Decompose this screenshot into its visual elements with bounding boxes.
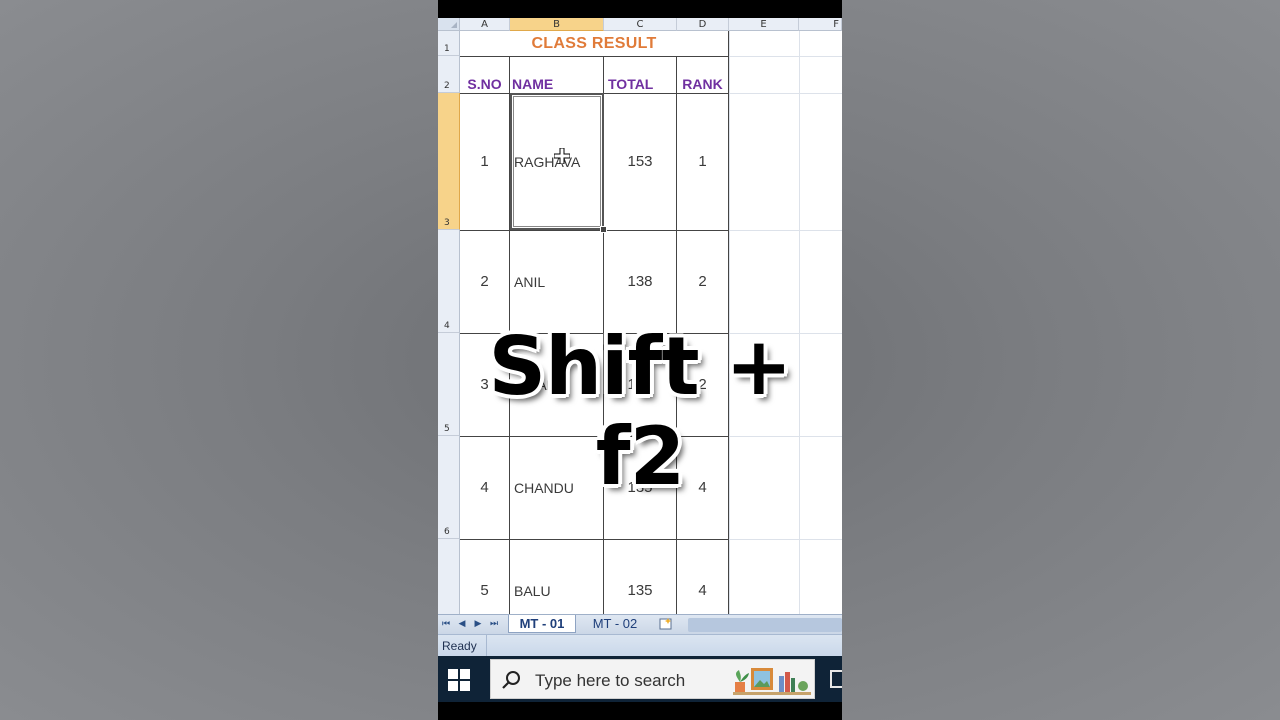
row-header-1[interactable]: 1 [438, 31, 460, 56]
header-total[interactable]: TOTAL [604, 56, 676, 93]
row-header-4[interactable]: 4 [438, 230, 460, 333]
column-header-d[interactable]: D [677, 18, 729, 31]
first-sheet-icon[interactable]: ⏮ [440, 618, 452, 630]
cross-cursor-icon [554, 148, 570, 164]
header-sno[interactable]: S.NO [460, 56, 509, 93]
cell-rank[interactable]: 4 [677, 539, 728, 614]
letterbox-bar [438, 702, 842, 720]
task-view-icon[interactable] [830, 670, 842, 688]
column-header-b[interactable]: B [510, 18, 604, 31]
horizontal-scrollbar[interactable] [688, 618, 842, 632]
row-header-2[interactable]: 2 [438, 56, 460, 93]
cell-name[interactable]: ANIL [510, 230, 603, 333]
status-text: Ready [442, 639, 477, 653]
cell-total[interactable]: 135 [604, 539, 676, 614]
cell-total[interactable]: 153 [604, 93, 676, 230]
cell-sno[interactable]: 2 [460, 230, 509, 333]
column-header-a[interactable]: A [460, 18, 510, 31]
cell-name[interactable]: BALU [510, 539, 603, 614]
windows-logo-icon[interactable] [448, 669, 470, 691]
search-placeholder: Type here to search [535, 671, 686, 690]
shortcut-overlay-text: Shift + f2 [488, 320, 793, 503]
sheet-tab-mt-01[interactable]: MT - 01 [508, 615, 576, 633]
video-frame: A B C D E F 1 2 3 4 5 6 CLASS RESULT S.N… [438, 0, 842, 720]
column-header-c[interactable]: C [604, 18, 677, 31]
row-header-3[interactable]: 3 [438, 93, 460, 230]
search-highlight-illustration-icon [733, 668, 811, 695]
taskbar-search-box[interactable]: Type here to search [490, 659, 815, 699]
next-sheet-icon[interactable]: ▶ [472, 618, 484, 630]
fill-handle[interactable] [600, 226, 607, 233]
divider [486, 635, 487, 657]
sheet-title[interactable]: CLASS RESULT [460, 31, 728, 56]
column-header-e[interactable]: E [729, 18, 799, 31]
select-all-corner[interactable] [438, 18, 460, 31]
cell-sno[interactable]: 5 [460, 539, 509, 614]
spreadsheet-grid: A B C D E F 1 2 3 4 5 6 CLASS RESULT S.N… [438, 18, 842, 614]
search-icon [502, 671, 520, 689]
insert-sheet-icon[interactable] [658, 617, 674, 630]
cell-rank[interactable]: 1 [677, 93, 728, 230]
header-name[interactable]: NAME [510, 56, 603, 93]
windows-taskbar: Type here to search [438, 656, 842, 702]
cell-sno[interactable]: 1 [460, 93, 509, 230]
cell-rank[interactable]: 2 [677, 230, 728, 333]
last-sheet-icon[interactable]: ⏭ [488, 618, 500, 630]
sheet-tab-mt-02[interactable]: MT - 02 [580, 615, 650, 633]
row-header-7[interactable] [438, 539, 460, 614]
sheet-tab-bar: ⏮ ◀ ▶ ⏭ MT - 01 MT - 02 [438, 614, 842, 635]
header-rank[interactable]: RANK [677, 56, 728, 93]
status-bar: Ready [438, 634, 842, 657]
column-header-f[interactable]: F [799, 18, 842, 31]
cell-total[interactable]: 138 [604, 230, 676, 333]
prev-sheet-icon[interactable]: ◀ [456, 618, 468, 630]
